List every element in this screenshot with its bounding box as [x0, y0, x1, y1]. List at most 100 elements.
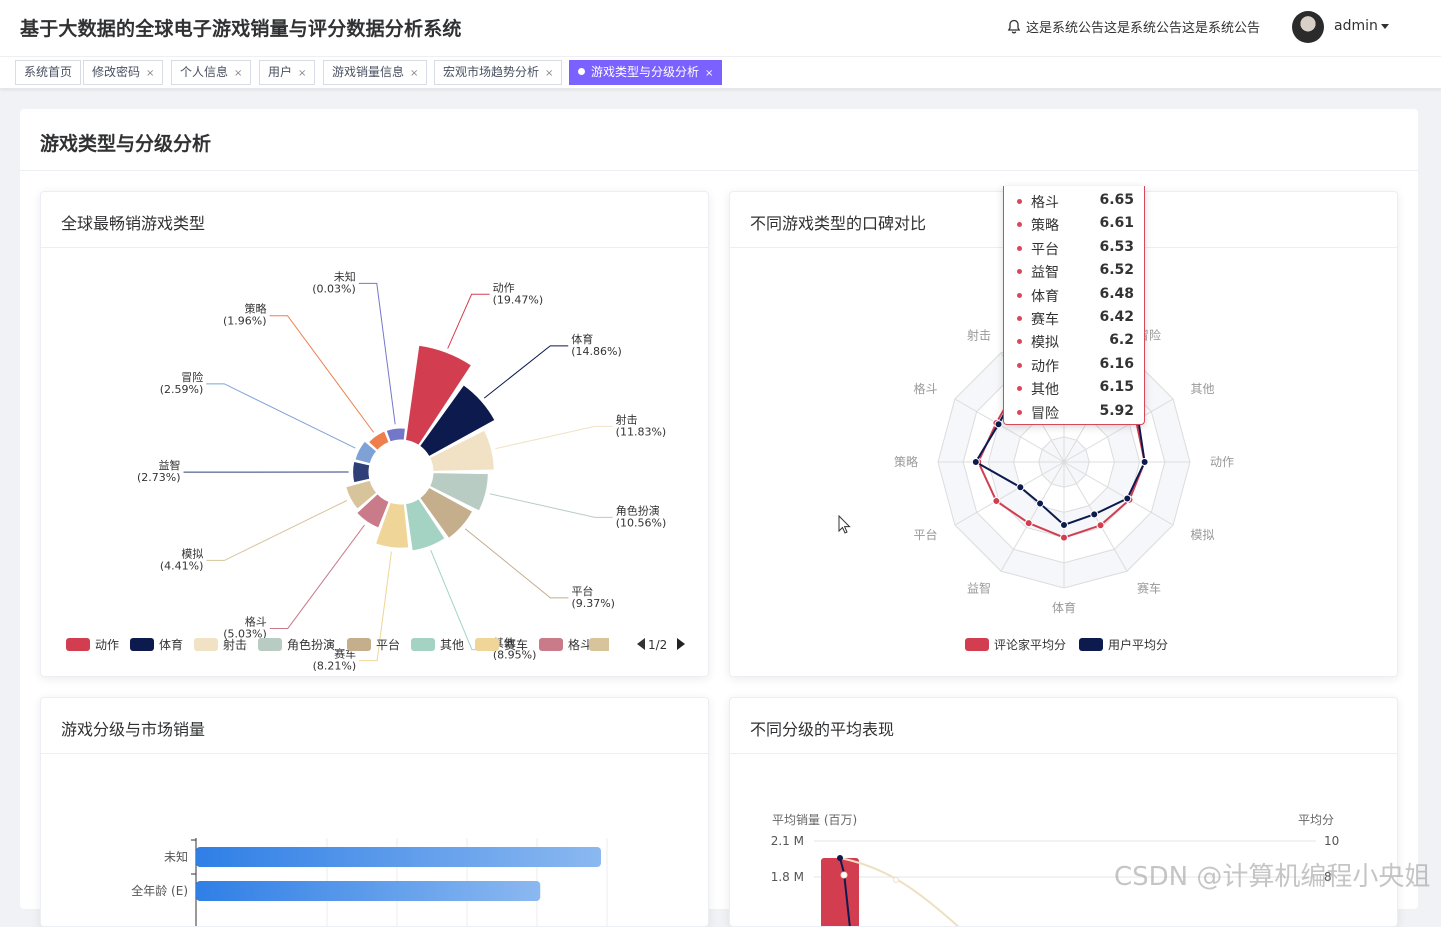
- pie-label-name: 格斗: [245, 614, 267, 628]
- legend-label[interactable]: 格斗: [568, 637, 592, 652]
- legend-label[interactable]: 评论家平均分: [994, 637, 1066, 652]
- bar[interactable]: [821, 858, 859, 927]
- legend-swatch[interactable]: [475, 638, 499, 651]
- tab-game-sales[interactable]: 游戏销量信息×: [323, 60, 427, 85]
- pie-label-line: [495, 426, 612, 448]
- user-menu[interactable]: admin: [1334, 18, 1389, 34]
- tab-genre-rating-analysis[interactable]: 游戏类型与分级分析×: [569, 60, 722, 85]
- watermark: CSDN @计算机编程小央姐: [1114, 856, 1430, 893]
- tab-profile[interactable]: 个人信息 ×: [171, 60, 251, 85]
- avatar[interactable]: [1292, 11, 1324, 43]
- legend-swatch[interactable]: [965, 638, 989, 651]
- legend-label[interactable]: 平台: [376, 637, 400, 652]
- tooltip-name: 模拟: [1031, 332, 1059, 352]
- tooltip-value: 6.61: [1099, 215, 1134, 231]
- radar-point[interactable]: [1097, 522, 1104, 529]
- radar-point[interactable]: [972, 459, 979, 466]
- legend-label[interactable]: 体育: [159, 637, 183, 652]
- tooltip-name: 其他: [1031, 379, 1059, 399]
- pie-slice-12[interactable]: [386, 428, 405, 442]
- radar-point[interactable]: [1017, 484, 1024, 491]
- close-icon[interactable]: ×: [234, 68, 242, 79]
- legend-label[interactable]: 射击: [223, 637, 247, 652]
- bullet-icon: [1017, 246, 1022, 251]
- pie-label-line: [484, 346, 568, 398]
- y-tick-label-right: 10: [1324, 834, 1339, 848]
- radar-point[interactable]: [993, 498, 1000, 505]
- legend-swatch[interactable]: [130, 638, 154, 651]
- radar-indicator-label: 体育: [1052, 600, 1076, 615]
- close-icon[interactable]: ×: [298, 68, 306, 79]
- close-icon[interactable]: ×: [410, 68, 418, 79]
- tooltip-name: 平台: [1031, 239, 1059, 259]
- tab-users[interactable]: 用户×: [259, 60, 315, 85]
- tab-home[interactable]: 系统首页: [15, 60, 81, 85]
- tooltip-name: 益智: [1031, 262, 1059, 282]
- series-point[interactable]: [894, 878, 899, 883]
- radar-indicator-label: 赛车: [1137, 580, 1161, 595]
- legend-swatch[interactable]: [1079, 638, 1103, 651]
- pie-label-percent: (11.83%): [616, 425, 667, 438]
- pie-label-percent: (1.96%): [223, 315, 267, 328]
- close-icon[interactable]: ×: [545, 68, 553, 79]
- legend-swatch[interactable]: [66, 638, 90, 651]
- legend-prev-icon[interactable]: [637, 638, 645, 650]
- legend-label[interactable]: 动作: [95, 638, 119, 652]
- pie-label-percent: (2.73%): [137, 471, 181, 484]
- divider: [20, 170, 1418, 171]
- legend-label[interactable]: 角色扮演: [287, 637, 335, 652]
- radar-point[interactable]: [1061, 522, 1068, 529]
- radar-point[interactable]: [1061, 534, 1068, 541]
- legend-label[interactable]: 用户平均分: [1108, 637, 1168, 652]
- radar-point[interactable]: [1124, 495, 1131, 502]
- legend-label[interactable]: 其他: [440, 638, 464, 652]
- close-icon[interactable]: ×: [705, 68, 713, 79]
- tab-change-password[interactable]: 修改密码×: [83, 60, 163, 85]
- bar[interactable]: [196, 847, 601, 867]
- tooltip-row: 模拟6.2: [1004, 330, 1144, 353]
- series-point[interactable]: [837, 855, 843, 861]
- genre-pie-card: 全球最畅销游戏类型 动作(19.47%)体育(14.86%)射击(11.83%)…: [40, 191, 709, 677]
- tab-label: 个人信息: [180, 65, 228, 79]
- tooltip-row: 冒险5.92: [1004, 401, 1144, 424]
- radar-point[interactable]: [1141, 459, 1148, 466]
- bar[interactable]: [196, 881, 540, 901]
- legend-swatch[interactable]: [194, 638, 218, 651]
- legend-clip: [609, 637, 629, 652]
- legend-swatch[interactable]: [411, 638, 435, 651]
- tooltip-name: 策略: [1031, 215, 1059, 235]
- tooltip-name: 动作: [1031, 356, 1059, 376]
- rating-sales-bar-chart[interactable]: 未知全年龄 (E): [41, 698, 709, 927]
- genre-rose-chart[interactable]: 动作(19.47%)体育(14.86%)射击(11.83%)角色扮演(10.56…: [41, 192, 709, 677]
- legend-swatch[interactable]: [347, 638, 371, 651]
- radar-point[interactable]: [1025, 520, 1032, 527]
- caret-down-icon: [1381, 24, 1389, 29]
- legend-label[interactable]: 赛车: [504, 637, 528, 652]
- radar-point[interactable]: [1091, 511, 1098, 518]
- y-axis-title-left: 平均销量 (百万): [772, 813, 857, 827]
- tooltip-value: 6.16: [1099, 356, 1134, 372]
- tags-view: 系统首页 修改密码× 个人信息 × 用户× 游戏销量信息× 宏观市场趋势分析× 游…: [0, 57, 1441, 89]
- pie-label-name: 模拟: [181, 546, 203, 560]
- pie-label-percent: (2.59%): [160, 383, 204, 396]
- pie-label-percent: (4.41%): [160, 559, 204, 572]
- radar-point[interactable]: [995, 421, 1002, 428]
- bullet-icon: [1017, 339, 1022, 344]
- close-icon[interactable]: ×: [146, 68, 154, 79]
- bullet-icon: [1017, 293, 1022, 298]
- announcement-marquee[interactable]: 这是系统公告这是系统公告这是系统公告: [1006, 17, 1276, 36]
- radar-point[interactable]: [1037, 500, 1044, 507]
- pie-label-name: 策略: [245, 302, 267, 316]
- radar-indicator-label: 模拟: [1190, 528, 1214, 542]
- series-point[interactable]: [841, 872, 847, 878]
- pie-label-name: 体育: [571, 332, 593, 346]
- legend-next-icon[interactable]: [677, 638, 685, 650]
- tooltip-row: 动作 6.16: [1004, 354, 1144, 377]
- pie-label-line: [448, 294, 490, 348]
- pie-slice-9[interactable]: [353, 461, 370, 482]
- legend-swatch[interactable]: [539, 638, 563, 651]
- legend-swatch[interactable]: [258, 638, 282, 651]
- tab-market-trends[interactable]: 宏观市场趋势分析×: [434, 60, 562, 85]
- tooltip-row: 其他6.15: [1004, 377, 1144, 400]
- tooltip-name: 体育: [1031, 286, 1059, 306]
